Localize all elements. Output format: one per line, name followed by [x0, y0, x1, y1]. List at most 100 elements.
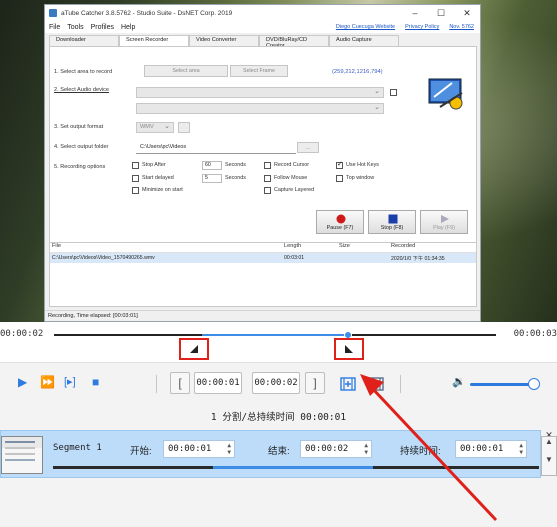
timeline-start-time: 00:00:02 [0, 329, 44, 339]
label-recording-options: 5. Recording options [54, 164, 106, 170]
end-marker-icon [345, 345, 353, 353]
minimize-checkbox [132, 187, 139, 194]
row-recorded: 2020/1/0 下午 01:34:35 [391, 255, 445, 262]
volume-knob[interactable] [528, 378, 540, 390]
tab-downloader: Downloader [49, 35, 119, 46]
recordings-list: File Length Size Recorded C:\Users\pc\Vi… [49, 242, 477, 307]
play-button[interactable]: ▶ [18, 375, 27, 389]
end-marker-button[interactable] [334, 338, 364, 360]
app-menubar: File Tools Profiles Help Diego Cuecuga W… [45, 21, 480, 33]
website-link: Diego Cuecuga Website [335, 24, 396, 30]
start-delayed-value: 5 [202, 174, 222, 183]
col-recorded: Recorded [391, 243, 416, 249]
close-icon: ✕ [463, 7, 471, 18]
segment-end-value: 00:00:02 [305, 444, 349, 454]
video-preview: aTube Catcher 3.8.5762 - Studio Suite - … [0, 0, 557, 322]
in-time-field[interactable]: 00:00:01 [194, 372, 242, 394]
select-area-button: Select area [144, 65, 228, 77]
start-delayed-checkbox [132, 175, 139, 182]
volume-slider[interactable] [470, 383, 536, 386]
tab-video-converter: Video Converter [189, 35, 259, 46]
record-dot-icon [336, 214, 346, 224]
segment-start-field[interactable]: 00:00:01 ▲ ▼ [163, 440, 235, 458]
label-output-format: 3. Set output format [54, 124, 104, 130]
timeline-selection [202, 334, 347, 336]
segment-duration-field[interactable]: 00:00:01 ▲ ▼ [455, 440, 527, 458]
play-record-button: Play (F9) [420, 210, 468, 234]
segment-row[interactable]: Segment 1 开始: 00:00:01 ▲ ▼ 结束: 00:00:02 ▲… [0, 430, 541, 478]
add-segment-icon[interactable] [340, 376, 356, 392]
use-hot-keys-label: Use Hot Keys [346, 162, 379, 168]
app-statusbar: Recording, Time elapsed: [00:03:01] [45, 310, 480, 321]
label-output-folder: 4. Select output folder [54, 144, 109, 150]
app-titlebar: aTube Catcher 3.8.5762 - Studio Suite - … [45, 5, 480, 21]
list-item: C:\Users\pc\Videos\Video_1570490265.wmv … [50, 253, 476, 263]
pause-record-button: Pause (F7) [316, 210, 364, 234]
capture-layered-label: Capture Layered [274, 187, 315, 193]
spin-arrows-icon[interactable]: ▲ ▼ [227, 442, 231, 456]
recorded-app-window: aTube Catcher 3.8.5762 - Studio Suite - … [44, 4, 481, 322]
pause-label: Pause (F7) [326, 225, 354, 231]
select-frame-button: Select Frame [230, 65, 288, 77]
segment-start-value: 00:00:01 [168, 444, 212, 454]
folder-field: C:\Users\pc\Videos [136, 144, 296, 154]
area-coordinates: (259,212,1216,794) [332, 69, 383, 75]
segment-duration-value: 00:00:01 [460, 444, 504, 454]
stop-square-icon [388, 214, 398, 224]
set-start-button[interactable]: [ [170, 372, 190, 394]
start-marker-button[interactable] [179, 338, 209, 360]
stop-after-value: 60 [202, 161, 222, 170]
minimize-label: Minimize on start [142, 187, 183, 193]
segment-duration-label: 持续时间: [400, 446, 441, 457]
play-label: Play (F9) [433, 225, 455, 231]
label-select-area: 1. Select area to record [54, 69, 113, 75]
set-end-button[interactable]: ] [305, 372, 325, 394]
capture-layered-checkbox [264, 187, 271, 194]
follow-mouse-checkbox [264, 175, 271, 182]
browse-folder-button: … [297, 142, 319, 153]
out-time-field[interactable]: 00:00:02 [252, 372, 300, 394]
menu-file: File [49, 23, 61, 31]
start-marker-icon [190, 345, 198, 353]
tab-screen-recorder: Screen Recorder [119, 35, 189, 46]
maximize-icon: ☐ [436, 7, 446, 18]
segment-end-label: 结束: [268, 446, 290, 457]
col-length: Length [284, 243, 302, 249]
window-controls: – ☐ ✕ [402, 8, 480, 19]
label-select-audio: 2. Select Audio device [54, 87, 110, 93]
version-link: Nov. 5762 [449, 24, 474, 30]
segment-scrollbar[interactable]: ▲ ▼ [541, 436, 557, 476]
segment-start-label: 开始: [130, 446, 152, 457]
volume-icon[interactable]: 🔉 [452, 375, 466, 389]
playback-controls: ▶ ⏩ [▸] ■ [ 00:00:01 00:00:02 ] 🔉 [0, 362, 557, 404]
seconds-label-1: Seconds [225, 162, 246, 168]
spin-arrows-icon[interactable]: ▲ ▼ [519, 442, 523, 456]
stop-label: Stop (F8) [380, 225, 404, 231]
cut-segment-icon[interactable] [368, 376, 384, 392]
tab-dvd-creator: DVD/BluRay/CD Creator [259, 35, 329, 49]
privacy-link: Privacy Policy [405, 24, 440, 30]
format-combo: WMV [136, 122, 174, 133]
minimize-icon: – [412, 7, 418, 18]
record-cursor-label: Record Cursor [274, 162, 310, 168]
app-title: aTube Catcher 3.8.5762 - Studio Suite - … [61, 9, 233, 17]
row-file: C:\Users\pc\Videos\Video_1570490265.wmv [52, 255, 155, 261]
timeline-track[interactable] [54, 331, 496, 339]
header-links: Diego Cuecuga Website Privacy Policy Nov… [336, 24, 480, 30]
audio-checkbox [390, 89, 397, 96]
play-selection-button[interactable]: ⏩ [40, 375, 55, 389]
segment-end-field[interactable]: 00:00:02 ▲ ▼ [300, 440, 372, 458]
audio-device-combo-2 [136, 103, 384, 114]
spin-arrows-icon[interactable]: ▲ ▼ [364, 442, 368, 456]
separator [156, 375, 157, 393]
format-settings-button [178, 122, 190, 133]
play-segment-button[interactable]: [▸] [64, 375, 76, 389]
app-icon [49, 9, 57, 17]
segment-range [213, 466, 373, 469]
row-length: 00:03:01 [284, 255, 305, 261]
stop-button[interactable]: ■ [92, 375, 99, 389]
recorder-panel: 1. Select area to record Select area Sel… [49, 46, 477, 246]
menu-profiles: Profiles [90, 23, 114, 31]
segment-thumbnail [1, 436, 43, 474]
timeline[interactable]: 00:00:02 00:00:03 [0, 322, 557, 362]
